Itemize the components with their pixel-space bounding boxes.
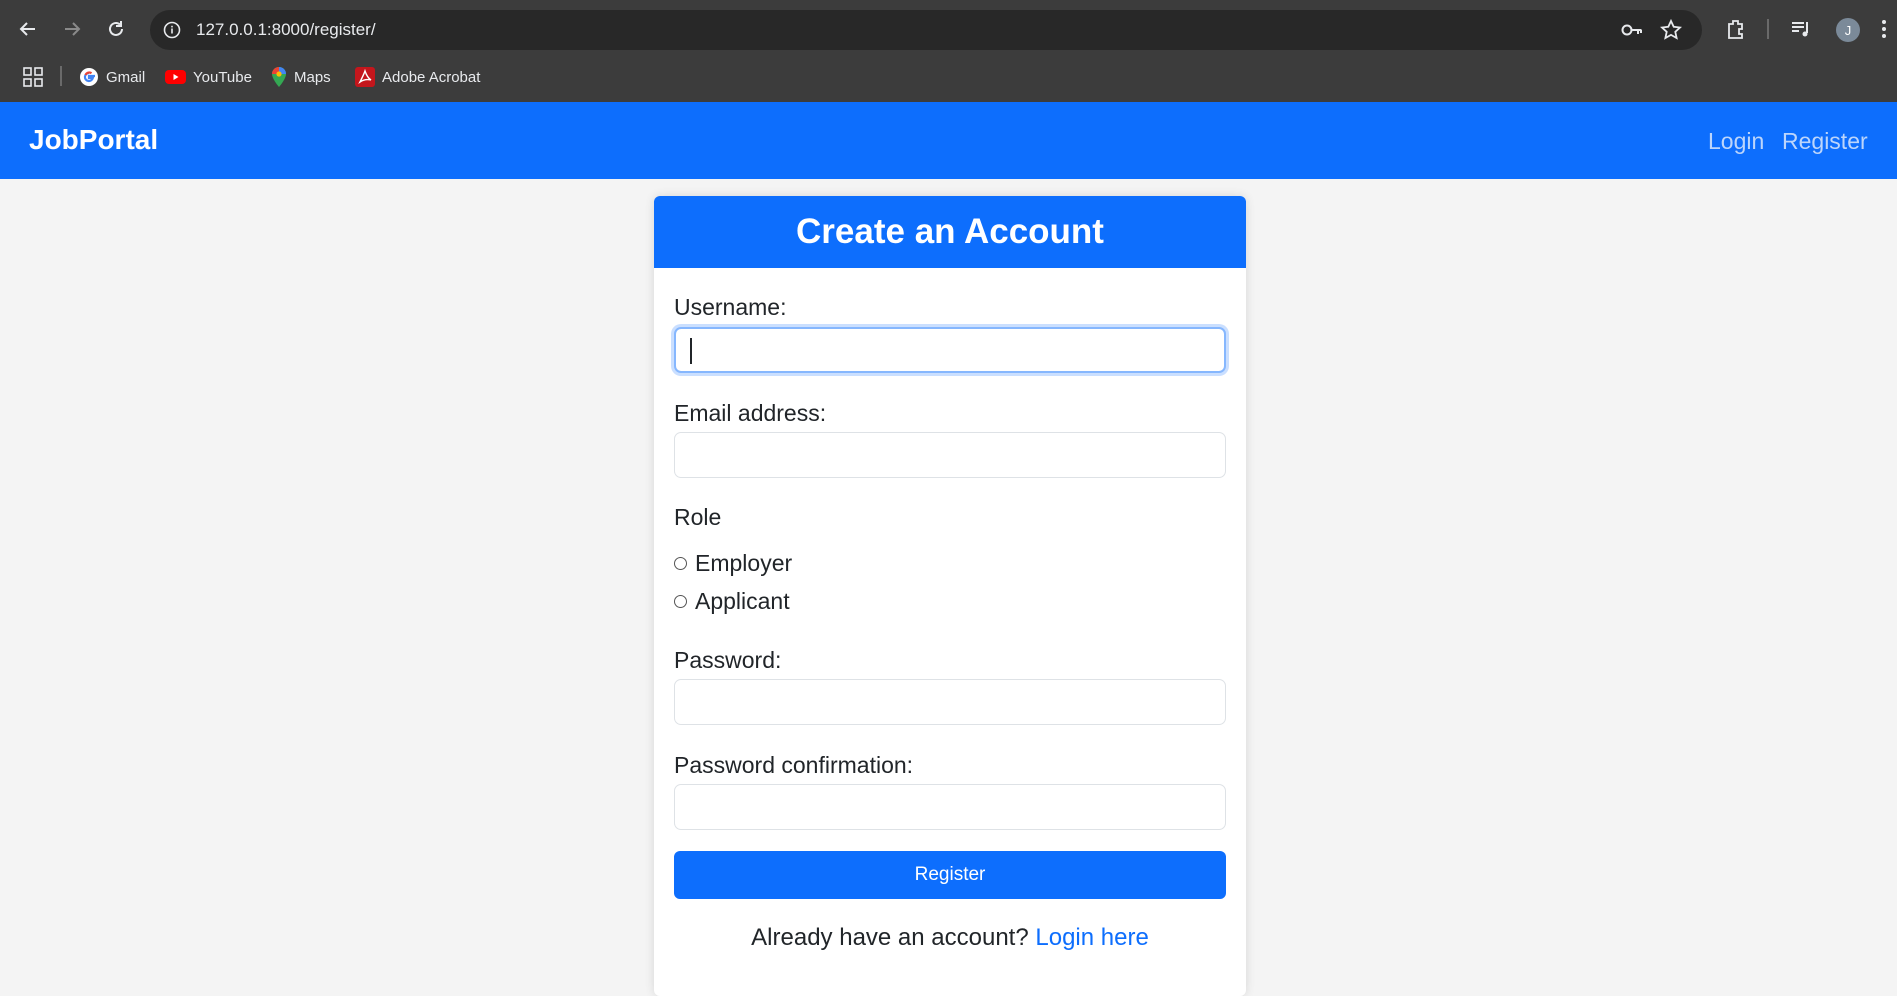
radio-label: Applicant — [695, 588, 790, 614]
card-title: Create an Account — [654, 196, 1246, 268]
bookmark-label: Adobe Acrobat — [382, 68, 481, 86]
radio-label: Employer — [695, 550, 793, 576]
role-option-applicant[interactable]: Applicant — [674, 588, 790, 615]
bookmark-label: YouTube — [193, 68, 252, 86]
browser-toolbar: 127.0.0.1:8000/register/ J — [0, 0, 1897, 60]
bookmark-adobe-acrobat[interactable]: Adobe Acrobat — [355, 64, 480, 90]
browser-menu-icon[interactable] — [1880, 17, 1894, 43]
password-confirm-input[interactable] — [674, 784, 1226, 830]
login-prompt-text: Already have an account? — [751, 924, 1029, 951]
bookmark-star-icon[interactable] — [1659, 18, 1684, 41]
text-caret — [690, 338, 692, 364]
bookmark-label: Gmail — [106, 68, 146, 86]
acrobat-icon — [355, 67, 375, 87]
bookmark-label: Maps — [294, 68, 331, 86]
bookmark-youtube[interactable]: YouTube — [165, 64, 252, 90]
bookmarks-divider — [60, 66, 62, 86]
email-label: Email address: — [674, 400, 827, 426]
back-button[interactable] — [14, 15, 42, 43]
password-label: Password: — [674, 647, 782, 673]
radio-button[interactable] — [674, 595, 687, 608]
apps-grid-icon[interactable] — [23, 67, 43, 87]
username-label: Username: — [674, 294, 787, 320]
nav-link-login[interactable]: Login — [1708, 128, 1764, 155]
radio-button[interactable] — [674, 557, 687, 570]
address-bar[interactable]: 127.0.0.1:8000/register/ — [150, 10, 1702, 50]
arrow-right-icon — [65, 22, 81, 36]
media-control-icon[interactable] — [1789, 17, 1815, 43]
register-button[interactable]: Register — [674, 851, 1226, 899]
google-icon — [80, 68, 98, 86]
brand-logo[interactable]: JobPortal — [29, 124, 158, 156]
profile-avatar[interactable]: J — [1836, 18, 1860, 42]
reload-icon — [109, 21, 123, 36]
login-here-link[interactable]: Login here — [1035, 924, 1148, 951]
extensions-icon[interactable] — [1724, 17, 1750, 43]
role-option-employer[interactable]: Employer — [674, 550, 792, 577]
bookmark-gmail[interactable]: Gmail — [79, 64, 145, 90]
bookmark-maps[interactable]: Maps — [271, 64, 331, 90]
login-prompt: Already have an account? Login here — [654, 924, 1246, 952]
arrow-left-icon — [19, 22, 35, 36]
site-navbar: JobPortal Login Register — [0, 102, 1897, 179]
username-input[interactable] — [674, 327, 1226, 373]
role-label: Role — [674, 504, 722, 530]
password-key-icon[interactable] — [1620, 19, 1644, 41]
email-input[interactable] — [674, 432, 1226, 478]
url-text[interactable]: 127.0.0.1:8000/register/ — [196, 20, 376, 40]
nav-link-register[interactable]: Register — [1782, 128, 1868, 155]
toolbar-divider — [1767, 19, 1769, 39]
site-info-icon[interactable] — [162, 20, 182, 40]
youtube-icon — [165, 70, 186, 84]
password-input[interactable] — [674, 679, 1226, 725]
forward-button[interactable] — [58, 15, 86, 43]
register-card: Create an Account Username: Email addres… — [654, 196, 1246, 996]
reload-button[interactable] — [102, 15, 130, 43]
password-confirm-label: Password confirmation: — [674, 752, 914, 778]
maps-icon — [272, 67, 286, 87]
